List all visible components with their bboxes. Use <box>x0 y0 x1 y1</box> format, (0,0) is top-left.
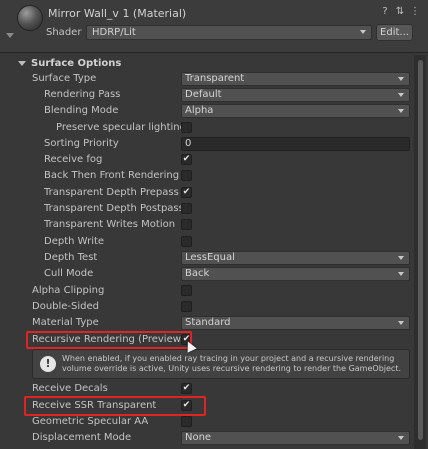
recursive-rendering-helpbox: ! When enabled, if you enabled ray traci… <box>32 349 410 379</box>
sorting-priority-row: Sorting Priority 0 <box>0 136 414 152</box>
alpha-clipping-checkbox[interactable] <box>181 285 192 296</box>
displacement-mode-row: Displacement Mode None <box>0 430 414 446</box>
blending-mode-dropdown[interactable]: Alpha <box>181 104 410 118</box>
header-foldout-arrow-icon[interactable] <box>6 33 14 38</box>
cull-mode-value: Back <box>185 268 210 279</box>
header-icons: ? ⇅ ⋮ <box>380 6 420 17</box>
alpha-clipping-label: Alpha Clipping <box>32 285 105 296</box>
help-icon[interactable]: ? <box>380 6 390 17</box>
material-type-value: Standard <box>185 317 231 328</box>
preserve-specular-checkbox[interactable] <box>181 122 192 133</box>
depth-test-value: LessEqual <box>185 252 235 263</box>
chevron-down-icon <box>398 93 404 97</box>
receive-fog-label: Receive fog <box>44 154 103 165</box>
edit-shader-button[interactable]: Edit... <box>376 24 413 41</box>
chevron-down-icon <box>398 436 404 440</box>
rendering-pass-row: Rendering Pass Default <box>0 87 414 103</box>
chevron-down-icon <box>360 30 366 34</box>
geometric-specular-aa-checkbox[interactable] <box>181 416 192 427</box>
material-type-dropdown[interactable]: Standard <box>181 316 410 330</box>
surface-type-row: Surface Type Transparent <box>0 71 414 87</box>
shader-label: Shader <box>46 27 82 38</box>
material-preview-thumbnail <box>18 6 42 30</box>
cull-mode-row: Cull Mode Back <box>0 266 414 282</box>
back-then-front-label: Back Then Front Rendering <box>44 170 180 181</box>
receive-decals-label: Receive Decals <box>32 383 108 394</box>
rendering-pass-label: Rendering Pass <box>44 89 121 100</box>
double-sided-row: Double-Sided <box>0 299 414 315</box>
material-type-label: Material Type <box>32 317 99 328</box>
receive-decals-checkbox[interactable]: ✔ <box>181 383 192 394</box>
geometric-specular-aa-label: Geometric Specular AA <box>32 416 149 427</box>
receive-fog-row: Receive fog ✔ <box>0 152 414 168</box>
transparent-writes-motion-label: Transparent Writes Motion Ve <box>44 219 178 230</box>
sorting-priority-label: Sorting Priority <box>44 138 119 149</box>
depth-test-row: Depth Test LessEqual <box>0 250 414 266</box>
alpha-clipping-row: Alpha Clipping <box>0 283 414 299</box>
scrollbar-thumb[interactable] <box>418 60 423 440</box>
displacement-mode-label: Displacement Mode <box>32 432 132 443</box>
surface-type-label: Surface Type <box>32 73 97 84</box>
info-icon: ! <box>40 356 56 372</box>
blending-mode-label: Blending Mode <box>44 105 119 116</box>
sorting-priority-input[interactable]: 0 <box>181 137 410 151</box>
preserve-specular-label: Preserve specular lighting <box>56 122 186 133</box>
material-title: Mirror Wall_v 1 (Material) <box>48 7 187 20</box>
back-then-front-row: Back Then Front Rendering <box>0 168 414 184</box>
double-sided-label: Double-Sided <box>32 301 100 312</box>
transparent-writes-motion-row: Transparent Writes Motion Ve <box>0 217 414 233</box>
receive-fog-checkbox[interactable]: ✔ <box>181 154 192 165</box>
material-header: Mirror Wall_v 1 (Material) ? ⇅ ⋮ Shader … <box>0 0 428 53</box>
depth-test-dropdown[interactable]: LessEqual <box>181 251 410 265</box>
more-icon[interactable]: ⋮ <box>410 6 420 17</box>
cull-mode-dropdown[interactable]: Back <box>181 267 410 281</box>
transparent-writes-motion-checkbox[interactable] <box>181 219 192 230</box>
back-then-front-checkbox[interactable] <box>181 170 192 181</box>
transparent-depth-postpass-label: Transparent Depth Postpass <box>44 203 184 214</box>
surface-type-dropdown[interactable]: Transparent <box>181 72 410 86</box>
blending-mode-row: Blending Mode Alpha <box>0 103 414 119</box>
highlight-box-recursive-rendering <box>26 331 192 349</box>
displacement-mode-dropdown[interactable]: None <box>181 431 410 445</box>
rendering-pass-value: Default <box>185 89 222 100</box>
depth-write-checkbox[interactable] <box>181 236 192 247</box>
depth-write-label: Depth Write <box>44 236 105 247</box>
depth-write-row: Depth Write <box>0 234 414 250</box>
transparent-depth-postpass-row: Transparent Depth Postpass <box>0 201 414 217</box>
rendering-pass-dropdown[interactable]: Default <box>181 88 410 102</box>
preserve-specular-row: Preserve specular lighting <box>0 120 414 136</box>
receive-decals-row: Receive Decals ✔ <box>0 381 414 397</box>
double-sided-checkbox[interactable] <box>181 301 192 312</box>
shader-dropdown[interactable]: HDRP/Lit <box>86 25 372 40</box>
transparent-depth-prepass-label: Transparent Depth Prepass <box>44 187 179 198</box>
surface-type-value: Transparent <box>185 73 245 84</box>
transparent-depth-postpass-checkbox[interactable] <box>181 203 192 214</box>
transparent-depth-prepass-checkbox[interactable]: ✔ <box>181 187 192 198</box>
depth-test-label: Depth Test <box>44 252 98 263</box>
surface-options-foldout[interactable]: Surface Options <box>18 58 121 69</box>
chevron-down-icon <box>398 109 404 113</box>
chevron-down-icon <box>398 77 404 81</box>
material-type-row: Material Type Standard <box>0 315 414 331</box>
transparent-depth-prepass-row: Transparent Depth Prepass ✔ <box>0 185 414 201</box>
chevron-down-icon <box>398 256 404 260</box>
displacement-mode-value: None <box>185 432 212 443</box>
shader-value: HDRP/Lit <box>92 27 136 38</box>
highlight-box-receive-ssr <box>24 396 206 416</box>
help-text: When enabled, if you enabled ray tracing… <box>62 354 401 373</box>
blending-mode-value: Alpha <box>185 105 214 116</box>
surface-options-title: Surface Options <box>31 58 122 69</box>
settings-sliders-icon[interactable]: ⇅ <box>395 6 405 17</box>
cull-mode-label: Cull Mode <box>44 268 94 279</box>
chevron-down-icon <box>398 321 404 325</box>
chevron-down-icon <box>398 272 404 276</box>
foldout-arrow-icon <box>18 60 26 66</box>
geometric-specular-aa-row: Geometric Specular AA <box>0 414 414 430</box>
